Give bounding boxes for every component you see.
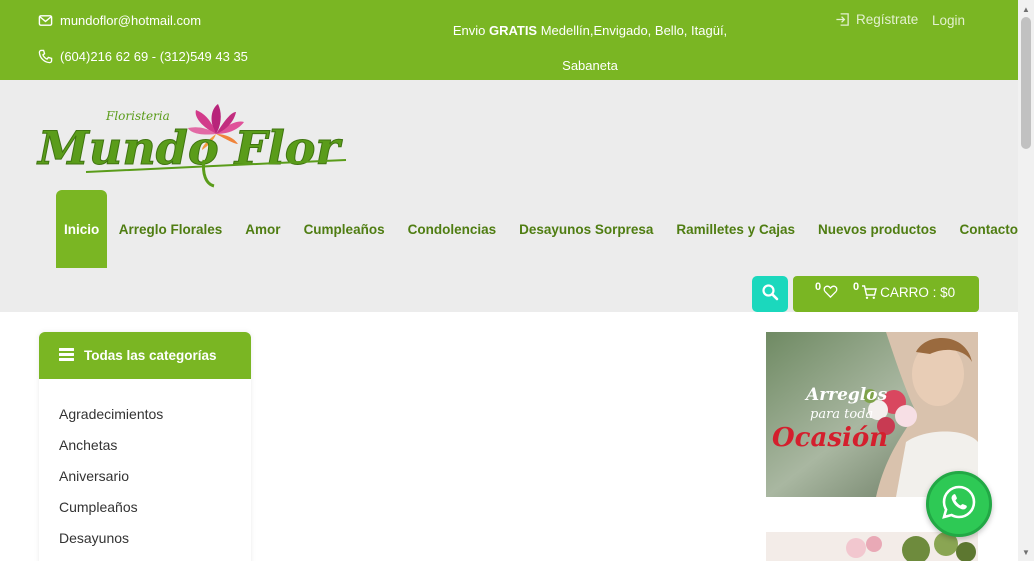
nav-condolencias[interactable]: Condolencias <box>396 190 508 268</box>
nav-nuevos-productos[interactable]: Nuevos productos <box>806 190 948 268</box>
category-item[interactable]: Desayunos <box>59 529 251 560</box>
category-item[interactable]: Agradecimientos <box>59 405 251 436</box>
phone-text: (604)216 62 69 - (312)549 43 35 <box>60 49 248 64</box>
category-item[interactable]: Anchetas <box>59 436 251 467</box>
main-nav: Inicio Arreglo Florales Amor Cumpleaños … <box>56 190 1030 268</box>
nav-arreglo-florales[interactable]: Arreglo Florales <box>107 190 234 268</box>
categories-header[interactable]: Todas las categorías <box>39 332 251 379</box>
shipping-line1: Medellín,Envigado, Bello, Itagüí, <box>537 23 728 38</box>
categories-panel: Todas las categorías Agradecimientos Anc… <box>39 332 251 561</box>
scroll-up-arrow[interactable]: ▲ <box>1018 2 1034 16</box>
shipping-notice: Envio GRATIS Medellín,Envigado, Bello, I… <box>440 13 740 83</box>
cart-link[interactable]: 0 CARRO : $0 <box>853 281 956 303</box>
nav-ramilletes-y-cajas[interactable]: Ramilletes y Cajas <box>665 190 807 268</box>
banner-text-line2: para toda <box>810 407 873 422</box>
nav-desayunos-sorpresa[interactable]: Desayunos Sorpresa <box>508 190 665 268</box>
categories-title: Todas las categorías <box>84 348 217 363</box>
search-icon <box>761 283 779 306</box>
banner-text-line3: Ocasión <box>772 423 888 453</box>
cart-button[interactable]: 0 0 CARRO : $0 <box>793 276 979 312</box>
cart-label: CARRO : $0 <box>880 285 956 300</box>
mail-icon <box>38 13 53 28</box>
site-header: Floristeria Mundo Flor Inicio Arreglo Fl… <box>0 80 1018 312</box>
scroll-down-arrow[interactable]: ▼ <box>1018 545 1034 559</box>
nav-amor[interactable]: Amor <box>234 190 292 268</box>
page-scrollbar[interactable]: ▲ ▼ <box>1018 0 1034 561</box>
contact-phone[interactable]: (604)216 62 69 - (312)549 43 35 <box>38 49 248 64</box>
phone-icon <box>38 49 53 64</box>
cart-count: 0 <box>853 281 860 293</box>
register-label: Regístrate <box>856 12 919 27</box>
shipping-line2: Sabaneta <box>562 58 618 73</box>
scroll-thumb[interactable] <box>1021 17 1031 149</box>
promo-banner-flowers[interactable] <box>766 532 978 561</box>
wishlist-count: 0 <box>815 281 822 293</box>
top-bar: mundoflor@hotmail.com (604)216 62 69 - (… <box>0 0 1018 80</box>
contact-email[interactable]: mundoflor@hotmail.com <box>38 13 201 28</box>
shipping-prefix: Envio <box>452 23 489 38</box>
login-icon <box>835 12 850 27</box>
list-icon <box>59 347 74 364</box>
heart-icon <box>823 284 838 302</box>
whatsapp-icon <box>940 483 978 526</box>
search-button[interactable] <box>752 276 788 312</box>
login-link[interactable]: Login <box>932 13 965 28</box>
wishlist-link[interactable]: 0 <box>815 281 838 302</box>
category-item[interactable]: Aniversario <box>59 467 251 498</box>
shipping-bold: GRATIS <box>488 23 538 38</box>
nav-cumpleanos[interactable]: Cumpleaños <box>292 190 396 268</box>
banner-text-line1: Arreglos <box>804 385 888 405</box>
whatsapp-button[interactable] <box>926 471 992 537</box>
category-item[interactable]: Cumpleaños <box>59 498 251 529</box>
nav-inicio[interactable]: Inicio <box>56 190 108 268</box>
cart-icon <box>861 284 878 303</box>
categories-list: Agradecimientos Anchetas Aniversario Cum… <box>39 379 251 560</box>
register-link[interactable]: Regístrate <box>835 12 918 27</box>
site-logo[interactable]: Floristeria Mundo Flor <box>36 102 348 194</box>
email-text: mundoflor@hotmail.com <box>60 13 202 28</box>
